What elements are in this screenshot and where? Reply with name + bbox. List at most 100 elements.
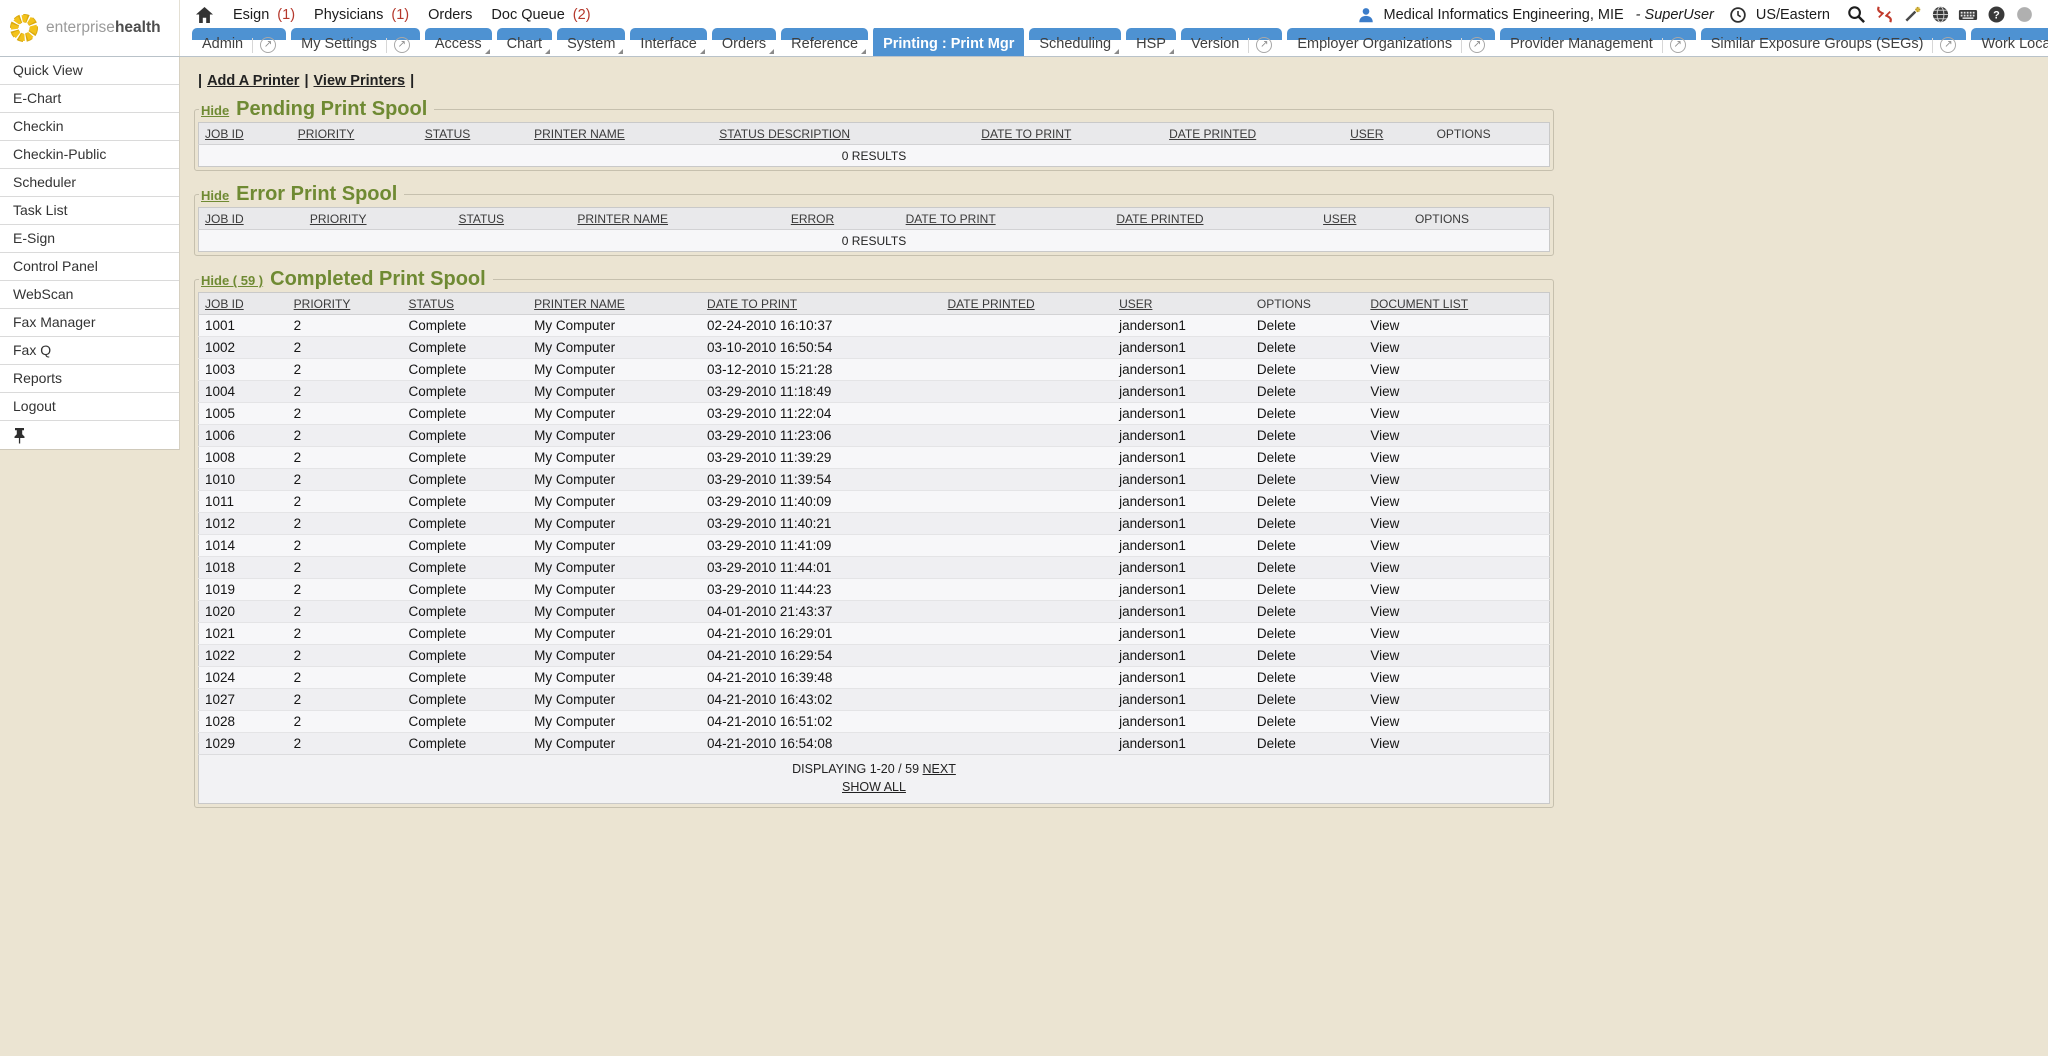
view-link[interactable]: View <box>1370 736 1399 751</box>
column-header-label[interactable]: DATE PRINTED <box>948 297 1035 311</box>
column-header-label[interactable]: DATE PRINTED <box>1116 212 1203 226</box>
home-icon[interactable] <box>194 5 214 25</box>
delete-link[interactable]: Delete <box>1257 318 1296 333</box>
tab-work-locations[interactable]: Work Locations↗ <box>1971 28 2048 56</box>
topnav-orders[interactable]: Orders <box>428 7 472 23</box>
sidebar-item-fax-manager[interactable]: Fax Manager <box>0 309 179 337</box>
topnav-esign[interactable]: Esign (1) <box>233 7 295 23</box>
tab-hsp[interactable]: HSP <box>1126 28 1176 56</box>
column-header-label[interactable]: STATUS <box>425 127 471 141</box>
delete-link[interactable]: Delete <box>1257 582 1296 597</box>
tab-scheduling[interactable]: Scheduling <box>1029 28 1121 56</box>
view-link[interactable]: View <box>1370 318 1399 333</box>
delete-link[interactable]: Delete <box>1257 406 1296 421</box>
tab-version[interactable]: Version↗ <box>1181 28 1282 56</box>
external-link-icon[interactable]: ↗ <box>1670 37 1686 53</box>
delete-link[interactable]: Delete <box>1257 384 1296 399</box>
view-link[interactable]: View <box>1370 538 1399 553</box>
sidebar-item-webscan[interactable]: WebScan <box>0 281 179 309</box>
view-link[interactable]: View <box>1370 714 1399 729</box>
column-header-label[interactable]: JOB ID <box>205 297 244 311</box>
wand-icon[interactable] <box>1902 5 1922 25</box>
view-printers-link[interactable]: View Printers <box>314 73 406 89</box>
delete-link[interactable]: Delete <box>1257 692 1296 707</box>
delete-link[interactable]: Delete <box>1257 648 1296 663</box>
column-header-label[interactable]: STATUS DESCRIPTION <box>719 127 850 141</box>
delete-link[interactable]: Delete <box>1257 736 1296 751</box>
tab-admin[interactable]: Admin↗ <box>192 28 286 56</box>
delete-link[interactable]: Delete <box>1257 472 1296 487</box>
sidebar-item-fax-q[interactable]: Fax Q <box>0 337 179 365</box>
sidebar-item-task-list[interactable]: Task List <box>0 197 179 225</box>
column-header-label[interactable]: PRINTER NAME <box>577 212 668 226</box>
view-link[interactable]: View <box>1370 560 1399 575</box>
column-header-label[interactable]: PRIORITY <box>298 127 355 141</box>
tab-orders[interactable]: Orders <box>712 28 776 56</box>
delete-link[interactable]: Delete <box>1257 626 1296 641</box>
timezone-label[interactable]: US/Eastern <box>1756 7 1830 23</box>
disconnect-icon[interactable] <box>1874 5 1894 25</box>
external-link-icon[interactable]: ↗ <box>260 37 276 53</box>
column-header-label[interactable]: ERROR <box>791 212 834 226</box>
view-link[interactable]: View <box>1370 582 1399 597</box>
delete-link[interactable]: Delete <box>1257 516 1296 531</box>
show-all-link[interactable]: SHOW ALL <box>842 780 906 794</box>
delete-link[interactable]: Delete <box>1257 604 1296 619</box>
delete-link[interactable]: Delete <box>1257 362 1296 377</box>
column-header-label[interactable]: JOB ID <box>205 127 244 141</box>
view-link[interactable]: View <box>1370 670 1399 685</box>
sidebar-item-checkin[interactable]: Checkin <box>0 113 179 141</box>
column-header-label[interactable]: USER <box>1119 297 1152 311</box>
tab-access[interactable]: Access <box>425 28 492 56</box>
help-icon[interactable]: ? <box>1986 5 2006 25</box>
clock-icon[interactable] <box>1728 5 1748 25</box>
search-icon[interactable] <box>1846 5 1866 25</box>
view-link[interactable]: View <box>1370 362 1399 377</box>
view-link[interactable]: View <box>1370 450 1399 465</box>
view-link[interactable]: View <box>1370 626 1399 641</box>
hide-error-link[interactable]: Hide <box>201 188 229 203</box>
column-header-label[interactable]: PRIORITY <box>294 297 351 311</box>
column-header-label[interactable]: DATE TO PRINT <box>981 127 1071 141</box>
sidebar-item-e-sign[interactable]: E-Sign <box>0 225 179 253</box>
column-header-label[interactable]: JOB ID <box>205 212 244 226</box>
column-header-label[interactable]: USER <box>1350 127 1383 141</box>
delete-link[interactable]: Delete <box>1257 340 1296 355</box>
column-header-label[interactable]: PRINTER NAME <box>534 297 625 311</box>
delete-link[interactable]: Delete <box>1257 714 1296 729</box>
tab-similar-exposure-groups-segs[interactable]: Similar Exposure Groups (SEGs)↗ <box>1701 28 1967 56</box>
tab-interface[interactable]: Interface <box>630 28 706 56</box>
hide-completed-link[interactable]: Hide ( 59 ) <box>201 273 263 288</box>
view-link[interactable]: View <box>1370 604 1399 619</box>
column-header-label[interactable]: DOCUMENT LIST <box>1370 297 1468 311</box>
delete-link[interactable]: Delete <box>1257 538 1296 553</box>
view-link[interactable]: View <box>1370 406 1399 421</box>
pin-icon[interactable] <box>13 427 26 444</box>
external-link-icon[interactable]: ↗ <box>394 37 410 53</box>
delete-link[interactable]: Delete <box>1257 670 1296 685</box>
globe-icon[interactable] <box>1930 5 1950 25</box>
tab-my-settings[interactable]: My Settings↗ <box>291 28 420 56</box>
delete-link[interactable]: Delete <box>1257 560 1296 575</box>
sidebar-item-control-panel[interactable]: Control Panel <box>0 253 179 281</box>
tab-chart[interactable]: Chart <box>497 28 552 56</box>
delete-link[interactable]: Delete <box>1257 494 1296 509</box>
column-header-label[interactable]: STATUS <box>408 297 454 311</box>
view-link[interactable]: View <box>1370 340 1399 355</box>
view-link[interactable]: View <box>1370 384 1399 399</box>
delete-link[interactable]: Delete <box>1257 428 1296 443</box>
delete-link[interactable]: Delete <box>1257 450 1296 465</box>
sidebar-item-reports[interactable]: Reports <box>0 365 179 393</box>
hide-pending-link[interactable]: Hide <box>201 103 229 118</box>
external-link-icon[interactable]: ↗ <box>1940 37 1956 53</box>
sidebar-item-checkin-public[interactable]: Checkin-Public <box>0 141 179 169</box>
tab-reference[interactable]: Reference <box>781 28 868 56</box>
column-header-label[interactable]: PRIORITY <box>310 212 367 226</box>
sidebar-item-logout[interactable]: Logout <box>0 393 179 421</box>
column-header-label[interactable]: DATE TO PRINT <box>707 297 797 311</box>
view-link[interactable]: View <box>1370 516 1399 531</box>
sidebar-item-quick-view[interactable]: Quick View <box>0 57 179 85</box>
column-header-label[interactable]: PRINTER NAME <box>534 127 625 141</box>
sidebar-item-e-chart[interactable]: E-Chart <box>0 85 179 113</box>
view-link[interactable]: View <box>1370 472 1399 487</box>
